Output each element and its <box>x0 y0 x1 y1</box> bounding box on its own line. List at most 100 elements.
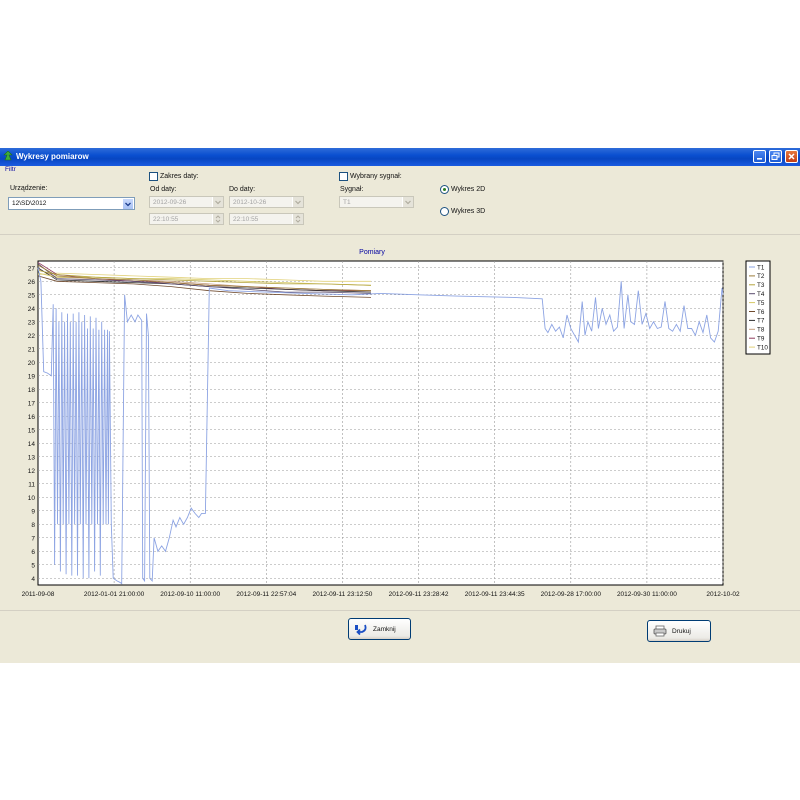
y-tick-label: 11 <box>28 481 35 488</box>
legend-label: T1 <box>757 264 765 271</box>
legend-label: T2 <box>757 273 765 280</box>
chart-3d-radio[interactable] <box>440 207 449 216</box>
date-range-label: Zakres daty: <box>160 173 199 180</box>
chevron-down-icon <box>295 200 301 205</box>
chevron-down-icon <box>405 200 411 205</box>
signal-checkbox[interactable] <box>339 172 348 181</box>
signal-dropdown[interactable] <box>402 197 413 207</box>
y-tick-label: 21 <box>28 346 36 353</box>
close-window-button[interactable] <box>785 150 798 163</box>
signal-field-label: Sygnał: <box>340 186 364 193</box>
from-date-field[interactable]: 2012-09-26 <box>149 196 224 208</box>
legend-label: T7 <box>757 318 765 325</box>
restore-icon <box>771 152 780 160</box>
y-tick-label: 15 <box>28 427 36 434</box>
device-value: 12\SD\2012 <box>12 200 47 207</box>
x-tick-label: 2012-09-11 23:12:50 <box>313 591 373 598</box>
minimize-icon <box>757 158 762 160</box>
x-tick-label: 2012-09-10 11:00:00 <box>160 591 220 598</box>
y-tick-label: 24 <box>28 306 36 313</box>
y-tick-label: 6 <box>31 549 35 556</box>
to-time-value: 22:10:55 <box>233 216 259 223</box>
y-tick-label: 22 <box>28 333 36 340</box>
chart-panel: Pomiary 4 5 6 7 8 9 10 11 12 13 14 15 16 17 18 19 20 21 22… <box>0 238 800 606</box>
restore-button[interactable] <box>769 150 782 163</box>
legend-label: T10 <box>757 344 768 351</box>
y-tick-label: 7 <box>31 535 35 542</box>
signal-select[interactable]: T1 <box>339 196 414 208</box>
y-tick-label: 16 <box>28 414 36 421</box>
x-tick-label: 2012-09-28 17:00:00 <box>541 591 602 598</box>
legend-label: T8 <box>757 327 765 334</box>
x-tick-label: 2012-09-11 23:44:35 <box>465 591 525 598</box>
filter-section-label: Filtr <box>5 166 16 173</box>
y-tick-label: 14 <box>28 441 36 448</box>
chart-title: Pomiary <box>359 249 385 256</box>
chart-2d-radio[interactable] <box>440 185 449 194</box>
to-time-field[interactable]: 22:10:55 <box>229 213 304 225</box>
y-tick-label: 12 <box>28 468 36 475</box>
back-arrow-icon <box>355 624 367 635</box>
from-date-value: 2012-09-26 <box>153 199 187 206</box>
y-tick-label: 13 <box>28 454 36 461</box>
y-tick-label: 10 <box>28 495 36 502</box>
filter-separator <box>0 234 800 235</box>
x-tick-label: 2012-09-11 22:57:04 <box>236 591 296 598</box>
x-tick-label: 2012-09-30 11:00:00 <box>617 591 677 598</box>
to-time-spinner[interactable] <box>292 214 303 224</box>
y-tick-label: 25 <box>28 292 36 299</box>
legend-label: T5 <box>757 300 765 307</box>
y-tick-label: 19 <box>28 373 36 380</box>
title-bar[interactable]: Wykresy pomiarow <box>0 148 800 166</box>
app-icon <box>3 151 13 161</box>
x-tick-label: 2012-09-11 23:28:42 <box>389 591 449 598</box>
to-date-label: Do daty: <box>229 186 256 193</box>
chevron-down-icon <box>215 200 221 205</box>
device-label: Urządzenie: <box>10 185 48 192</box>
from-time-value: 22:10:55 <box>153 216 179 223</box>
date-range-checkbox[interactable] <box>149 172 158 181</box>
bottom-separator <box>0 610 800 611</box>
window-title: Wykresy pomiarow <box>16 152 89 161</box>
printer-icon <box>653 625 667 637</box>
y-tick-label: 4 <box>31 576 35 583</box>
from-time-spinner[interactable] <box>212 214 223 224</box>
to-date-dropdown[interactable] <box>292 197 303 207</box>
from-date-dropdown[interactable] <box>212 197 223 207</box>
signal-value: T1 <box>343 199 351 206</box>
y-tick-label: 5 <box>31 562 35 569</box>
x-tick-label: 2012-01-01 21:00:00 <box>84 591 145 598</box>
x-axis: 2011-09-08 2012-01-01 21:00:00 2012-09-10 … <box>22 591 740 598</box>
y-tick-label: 23 <box>28 319 36 326</box>
to-date-value: 2012-10-26 <box>233 199 267 206</box>
close-icon <box>788 153 795 160</box>
minimize-button[interactable] <box>753 150 766 163</box>
y-axis: 4 5 6 7 8 9 10 11 12 13 14 15 16 17 18 19 20 21 22 23 24 25 26… <box>28 265 36 583</box>
y-tick-label: 9 <box>31 508 35 515</box>
chevron-down-icon <box>125 202 131 207</box>
y-tick-label: 17 <box>28 400 36 407</box>
device-dropdown-button[interactable] <box>122 199 133 209</box>
legend-label: T4 <box>757 291 765 298</box>
main-window: Wykresy pomiarow Filtr Urządzenie: 12\SD… <box>0 148 800 663</box>
chart-3d-label: Wykres 3D <box>451 208 486 215</box>
y-tick-label: 8 <box>31 522 35 529</box>
legend-label: T9 <box>757 336 765 343</box>
y-tick-label: 26 <box>28 279 36 286</box>
y-tick-label: 27 <box>28 265 36 272</box>
device-select[interactable]: 12\SD\2012 <box>8 197 135 210</box>
spinner-icon <box>215 215 221 223</box>
close-button[interactable]: Zamknij <box>348 618 411 640</box>
to-date-field[interactable]: 2012-10-26 <box>229 196 304 208</box>
signal-checkbox-label: Wybrany sygnał: <box>350 173 402 180</box>
measurement-chart: Pomiary 4 5 6 7 8 9 10 11 12 13 14 15 16 17 18 19 20 21 22… <box>22 249 771 598</box>
x-tick-label: 2012-10-02 <box>706 591 740 598</box>
from-time-field[interactable]: 22:10:55 <box>149 213 224 225</box>
print-button[interactable]: Drukuj <box>647 620 711 642</box>
spinner-icon <box>295 215 301 223</box>
chart-2d-label: Wykres 2D <box>451 186 486 193</box>
x-tick-label: 2011-09-08 <box>22 591 55 598</box>
legend-label: T6 <box>757 309 765 316</box>
from-date-label: Od daty: <box>150 186 177 193</box>
print-button-label: Drukuj <box>672 628 691 635</box>
